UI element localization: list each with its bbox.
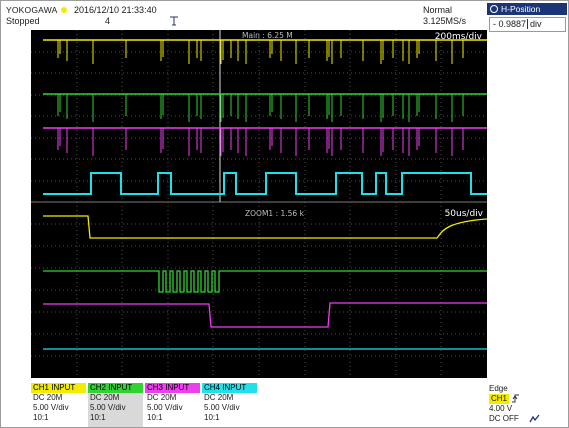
acquisition-mode: Normal [423,5,453,15]
ch4-probe: 10:1 [204,413,220,422]
ch2-main-trace [43,93,487,122]
h-position-title: H-Position [487,3,567,15]
waveform-display[interactable]: Main : 6.25 M 200ms/div ZOOM1 : 1.56 k 5… [31,30,487,378]
ch2-probe: 10:1 [90,413,106,422]
ch4-main-trace [43,172,487,195]
main-window-label: Main : 6.25 M [242,31,293,40]
ch2-header: CH2 INPUT [88,383,143,393]
trigger-coupling: DC OFF [489,414,519,423]
trigger-level: 4.00 V [489,404,513,413]
main-grid [31,30,487,202]
ch3-coupling: DC 20M [147,393,177,402]
ch3-probe: 10:1 [147,413,163,422]
trigger-waveform-icon [529,414,540,423]
datetime: 2016/12/10 21:33:40 [74,5,157,15]
rising-edge-icon [512,394,520,403]
ch1-header: CH1 INPUT [31,383,86,393]
acquisition-status: Stopped [6,16,40,26]
sample-rate: 3.125MS/s [423,16,467,26]
ch1-panel[interactable]: CH1 INPUT DC 20M 5.00 V/div 10:1 [31,383,86,427]
ch1-scale: 5.00 V/div [33,403,69,412]
ch4-panel[interactable]: CH4 INPUT DC 20M 5.00 V/div 10:1 [202,383,257,427]
ch3-scale: 5.00 V/div [147,403,183,412]
trigger-position-marker-icon [170,16,178,29]
waveform-canvas [31,30,487,378]
ch3-panel[interactable]: CH3 INPUT DC 20M 5.00 V/div 10:1 [145,383,200,427]
h-position-value-field[interactable]: - 0.9887 div [489,17,566,32]
trigger-source: CH1 [489,394,510,404]
ch3-zoom-trace [43,302,487,328]
run-status-indicator-icon [61,7,67,13]
ch1-main-trace [43,39,487,64]
zoom-window-label: ZOOM1 : 1.56 k [245,209,304,218]
knob-icon [490,4,498,13]
ch3-main-trace [43,127,487,156]
main-timebase: 200ms/div [434,32,482,42]
ch4-coupling: DC 20M [204,393,234,402]
ch1-coupling: DC 20M [33,393,63,402]
oscilloscope-window: YOKOGAWA 2016/12/10 21:33:40 Stopped 4 N… [0,0,569,428]
ch4-header: CH4 INPUT [202,383,257,393]
ch2-coupling: DC 20M [90,393,120,402]
trigger-panel[interactable]: Edge CH1 4.00 V DC OFF [489,384,567,427]
ch1-probe: 10:1 [33,413,49,422]
zoom-timebase: 50us/div [444,209,483,219]
ch2-zoom-trace [43,270,487,293]
ch2-scale: 5.00 V/div [90,403,126,412]
ch4-scale: 5.00 V/div [204,403,240,412]
acquisition-count: 4 [105,16,111,26]
brand-logo: YOKOGAWA [6,5,58,15]
ch2-panel[interactable]: CH2 INPUT DC 20M 5.00 V/div 10:1 [88,383,143,427]
h-position-control[interactable]: H-Position - 0.9887 div [487,3,567,32]
ch1-zoom-trace [43,215,487,239]
trigger-type: Edge [489,384,508,393]
zoom-grid [31,202,487,378]
ch3-header: CH3 INPUT [145,383,200,393]
